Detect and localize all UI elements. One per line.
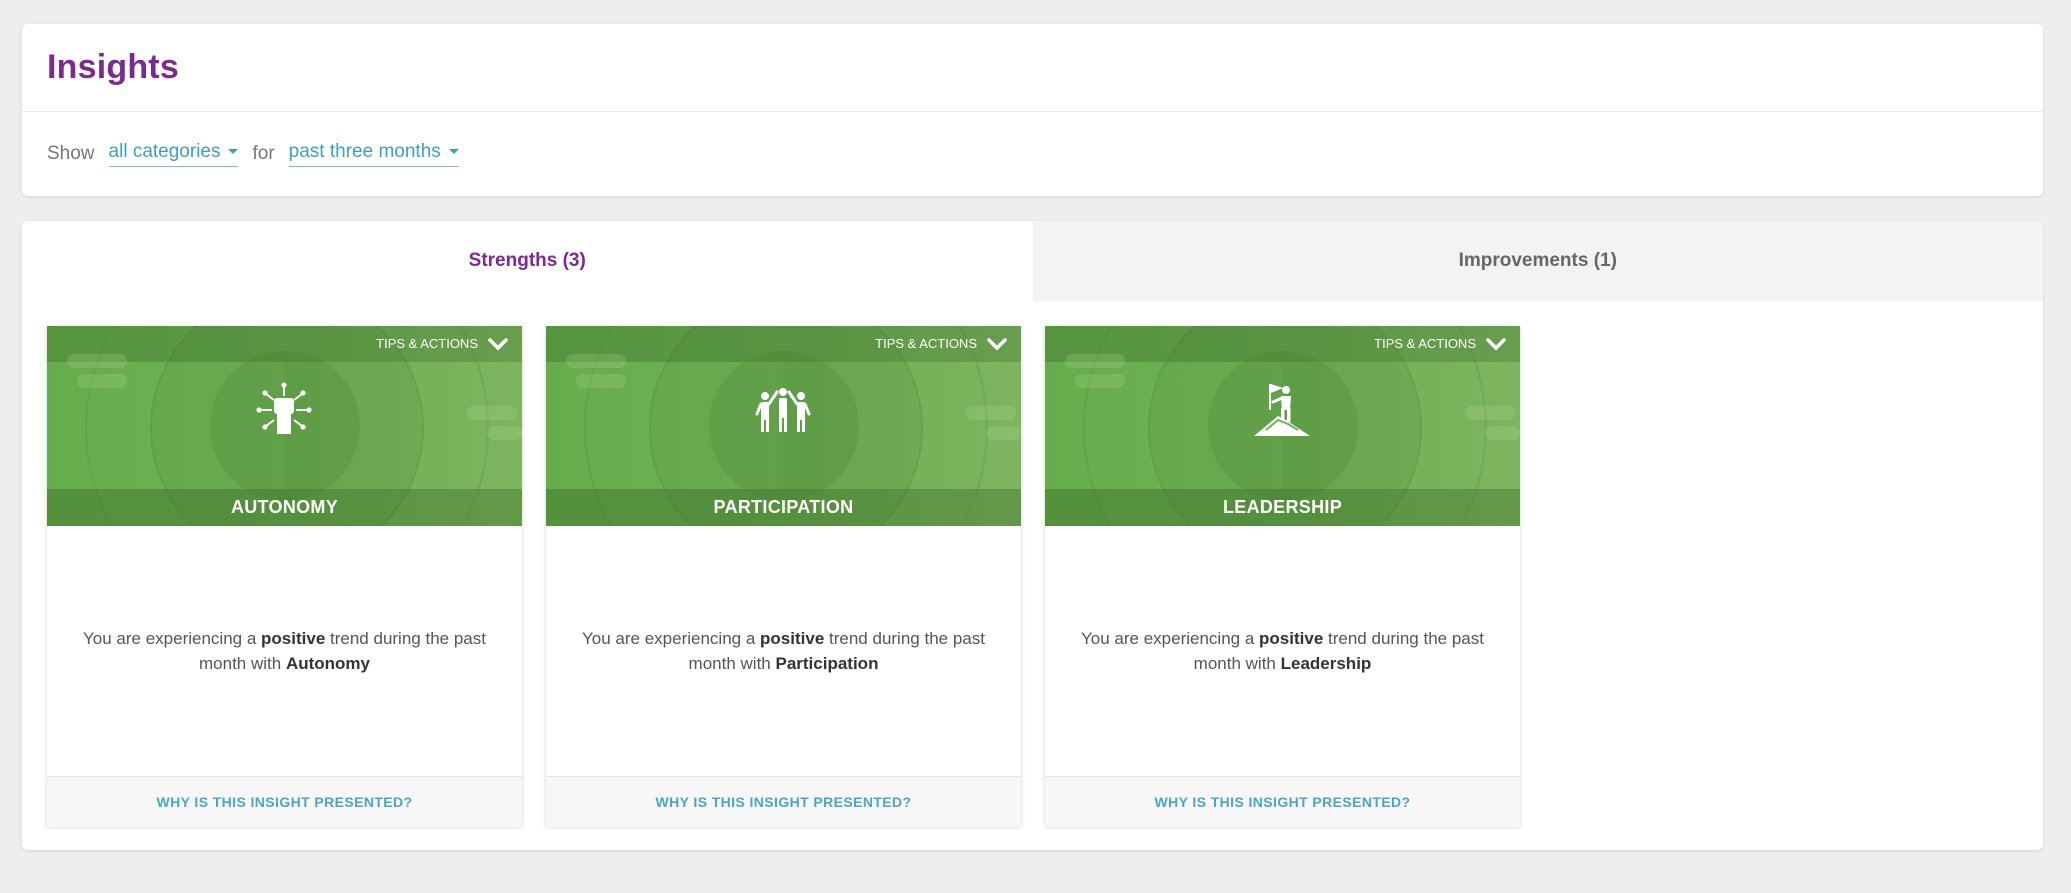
- decor-blob: [966, 406, 1016, 420]
- decor-blob: [1485, 426, 1520, 440]
- decor-blob: [986, 426, 1021, 440]
- decor-blob: [576, 374, 626, 388]
- filter-bar: Show all categories for past three month…: [22, 112, 2043, 195]
- why-insight-link[interactable]: WHY IS THIS INSIGHT PRESENTED?: [1045, 776, 1520, 827]
- card-body: You are experiencing a positive trend du…: [1045, 526, 1520, 776]
- category-title: PARTICIPATION: [546, 489, 1021, 526]
- why-insight-link[interactable]: WHY IS THIS INSIGHT PRESENTED?: [47, 776, 522, 827]
- card-body: You are experiencing a positive trend du…: [47, 526, 522, 776]
- card-banner: TIPS & ACTIONS: [1045, 326, 1520, 526]
- trend-subject: Autonomy: [285, 654, 370, 673]
- insight-card-autonomy: TIPS & ACTIONS AUTONOMY You are experien…: [47, 326, 522, 827]
- decor-blob: [566, 354, 626, 368]
- trend-message: You are experiencing a positive trend du…: [71, 626, 498, 676]
- tips-actions-toggle[interactable]: TIPS & ACTIONS: [875, 336, 1007, 351]
- tab-strengths[interactable]: Strengths (3): [22, 221, 1033, 301]
- trend-message: You are experiencing a positive trend du…: [570, 626, 997, 676]
- decor-blob: [1075, 374, 1125, 388]
- trend-prefix: You are experiencing a: [83, 629, 257, 648]
- show-label: Show: [47, 142, 95, 164]
- tips-actions-toggle[interactable]: TIPS & ACTIONS: [376, 336, 508, 351]
- decor-shade: [783, 362, 1021, 490]
- trend-prefix: You are experiencing a: [1081, 629, 1255, 648]
- decor-blob: [1065, 354, 1125, 368]
- caret-down-icon: [228, 149, 239, 154]
- raised-fist-icon: [254, 380, 314, 440]
- insights-panel: Strengths (3) Improvements (1) TIPS & AC…: [22, 221, 2043, 850]
- card-banner: TIPS & ACTIONS: [546, 326, 1021, 526]
- category-title: AUTONOMY: [47, 489, 522, 526]
- decor-shade: [1282, 362, 1520, 490]
- tab-improvements[interactable]: Improvements (1): [1032, 221, 2043, 301]
- category-title: LEADERSHIP: [1045, 489, 1520, 526]
- page-title: Insights: [47, 48, 179, 86]
- trend-subject: Leadership: [1280, 654, 1372, 673]
- chevron-down-icon: [987, 337, 1007, 350]
- decor-blob: [1465, 406, 1515, 420]
- chevron-down-icon: [1486, 337, 1506, 350]
- tips-actions-toggle[interactable]: TIPS & ACTIONS: [1374, 336, 1506, 351]
- group-people-icon: [753, 380, 813, 440]
- caret-down-icon: [448, 149, 459, 154]
- trend-subject: Participation: [775, 654, 879, 673]
- trend-prefix: You are experiencing a: [582, 629, 756, 648]
- tips-actions-label: TIPS & ACTIONS: [875, 336, 977, 351]
- tips-actions-label: TIPS & ACTIONS: [1374, 336, 1476, 351]
- chevron-down-icon: [488, 337, 508, 350]
- tips-actions-label: TIPS & ACTIONS: [376, 336, 478, 351]
- insight-card-participation: TIPS & ACTIONS PARTICIPATION You are exp…: [546, 326, 1021, 827]
- category-dropdown[interactable]: all categories: [108, 140, 239, 167]
- decor-shade: [284, 362, 522, 490]
- card-banner: TIPS & ACTIONS: [47, 326, 522, 526]
- category-dropdown-value: all categories: [108, 140, 221, 162]
- title-row: Insights: [22, 24, 2043, 112]
- header-panel: Insights Show all categories for past th…: [22, 24, 2043, 196]
- trend-emphasis: positive: [261, 629, 326, 648]
- trend-message: You are experiencing a positive trend du…: [1069, 626, 1496, 676]
- for-label: for: [252, 142, 275, 164]
- card-body: You are experiencing a positive trend du…: [546, 526, 1021, 776]
- insight-card-leadership: TIPS & ACTIONS LEADERSHIP You are experi…: [1045, 326, 1520, 827]
- trend-emphasis: positive: [1259, 629, 1324, 648]
- decor-blob: [467, 406, 517, 420]
- tab-bar: Strengths (3) Improvements (1): [22, 221, 2043, 301]
- why-insight-link[interactable]: WHY IS THIS INSIGHT PRESENTED?: [546, 776, 1021, 827]
- mountain-flag-icon: [1252, 380, 1312, 440]
- period-dropdown-value: past three months: [288, 140, 441, 162]
- decor-blob: [487, 426, 522, 440]
- decor-blob: [67, 354, 127, 368]
- period-dropdown[interactable]: past three months: [288, 140, 459, 167]
- trend-emphasis: positive: [760, 629, 825, 648]
- decor-blob: [77, 374, 127, 388]
